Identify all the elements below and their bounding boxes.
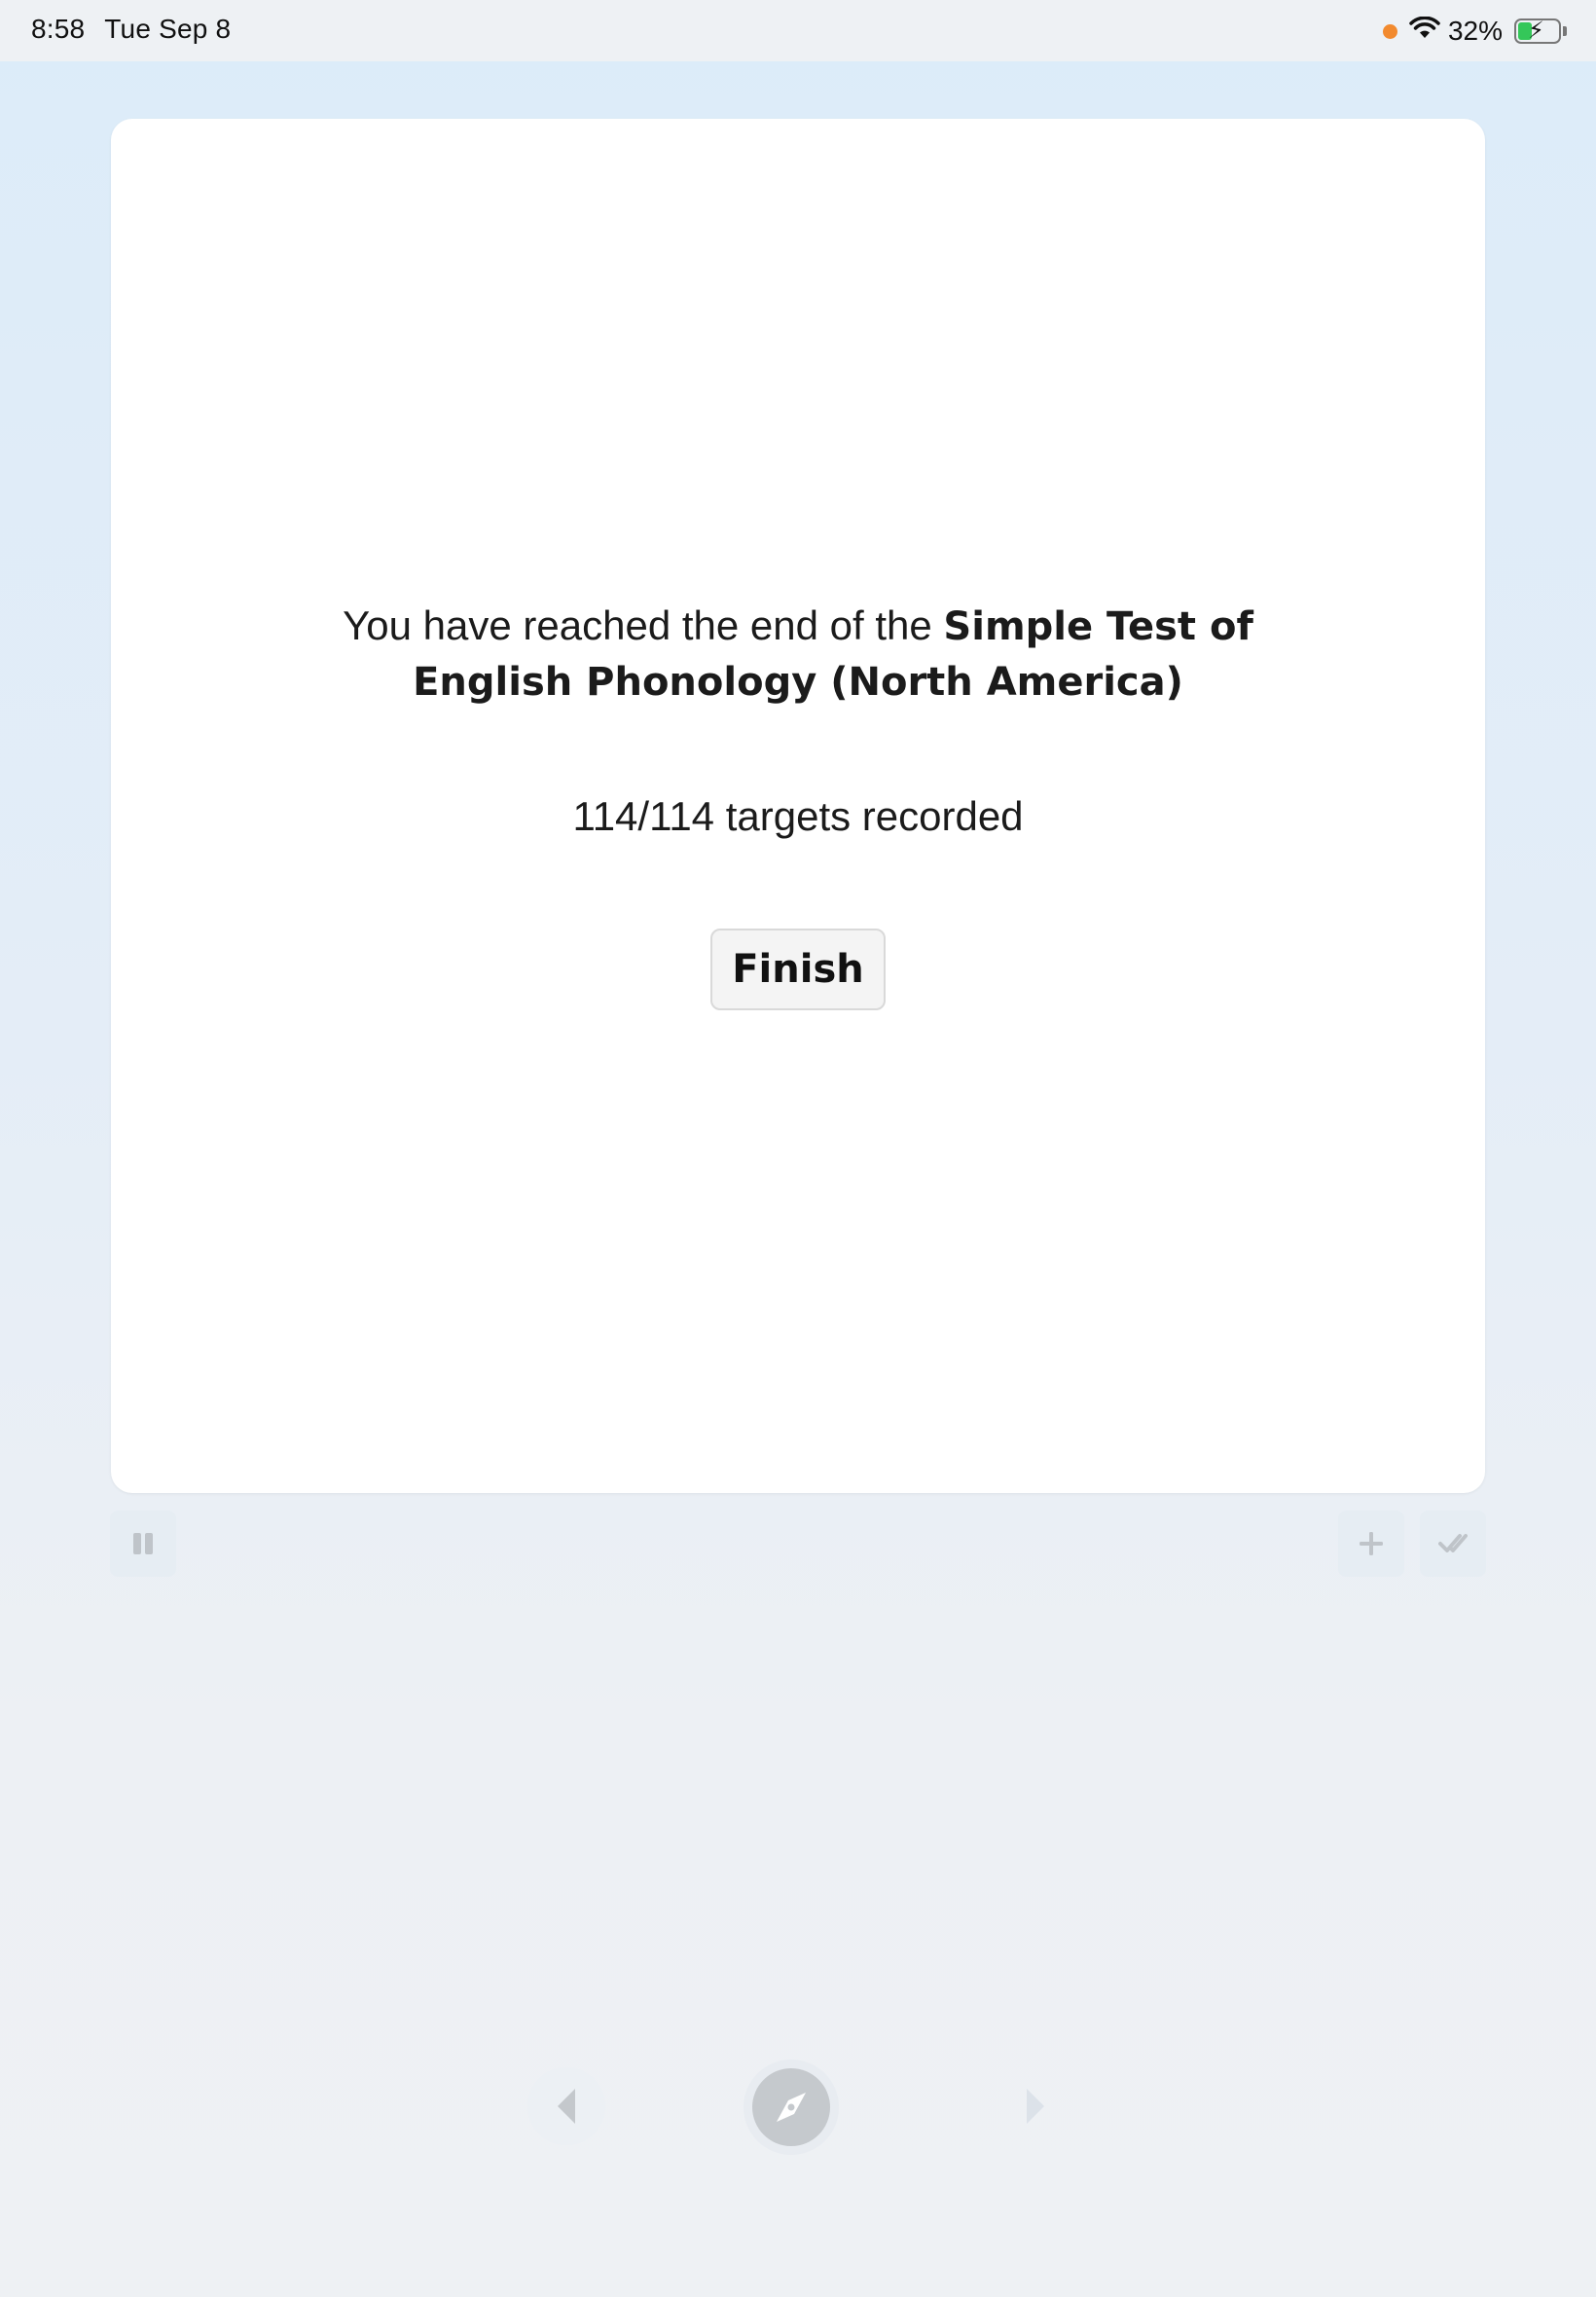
battery-cap — [1563, 26, 1567, 36]
back-button[interactable] — [527, 2067, 605, 2145]
pause-button[interactable] — [110, 1511, 176, 1577]
status-bar: 8:58 Tue Sep 8 32% ⚡ — [0, 0, 1596, 61]
end-message: You have reached the end of the Simple T… — [267, 599, 1329, 710]
forward-arrow-icon — [1027, 2089, 1044, 2124]
forward-button[interactable] — [997, 2067, 1074, 2145]
charging-bolt-icon: ⚡ — [1528, 18, 1544, 44]
wifi-icon — [1409, 16, 1440, 47]
status-date: Tue Sep 8 — [104, 14, 232, 44]
completion-card: You have reached the end of the Simple T… — [111, 119, 1485, 1493]
navigator-button[interactable] — [744, 2060, 839, 2155]
status-indicators: 32% ⚡ — [1382, 12, 1567, 51]
add-button[interactable] — [1338, 1511, 1404, 1577]
double-check-icon — [1438, 1534, 1468, 1552]
status-time: 8:58 — [31, 14, 86, 44]
status-time-date: 8:58 Tue Sep 8 — [31, 14, 231, 45]
finish-button[interactable]: Finish — [710, 929, 886, 1010]
pause-icon — [133, 1533, 153, 1554]
plus-icon — [1360, 1532, 1383, 1555]
battery-charging-icon: ⚡ — [1514, 18, 1561, 44]
compass-icon — [777, 2093, 806, 2122]
back-arrow-icon — [558, 2089, 575, 2124]
compass-icon-background — [752, 2068, 830, 2146]
targets-recorded-count: 114/114 targets recorded — [572, 793, 1024, 839]
recording-indicator-icon — [1382, 23, 1397, 39]
end-message-prefix: You have reached the end of the — [343, 602, 944, 648]
mark-complete-button[interactable] — [1420, 1511, 1486, 1577]
battery-percent: 32% — [1447, 16, 1503, 46]
